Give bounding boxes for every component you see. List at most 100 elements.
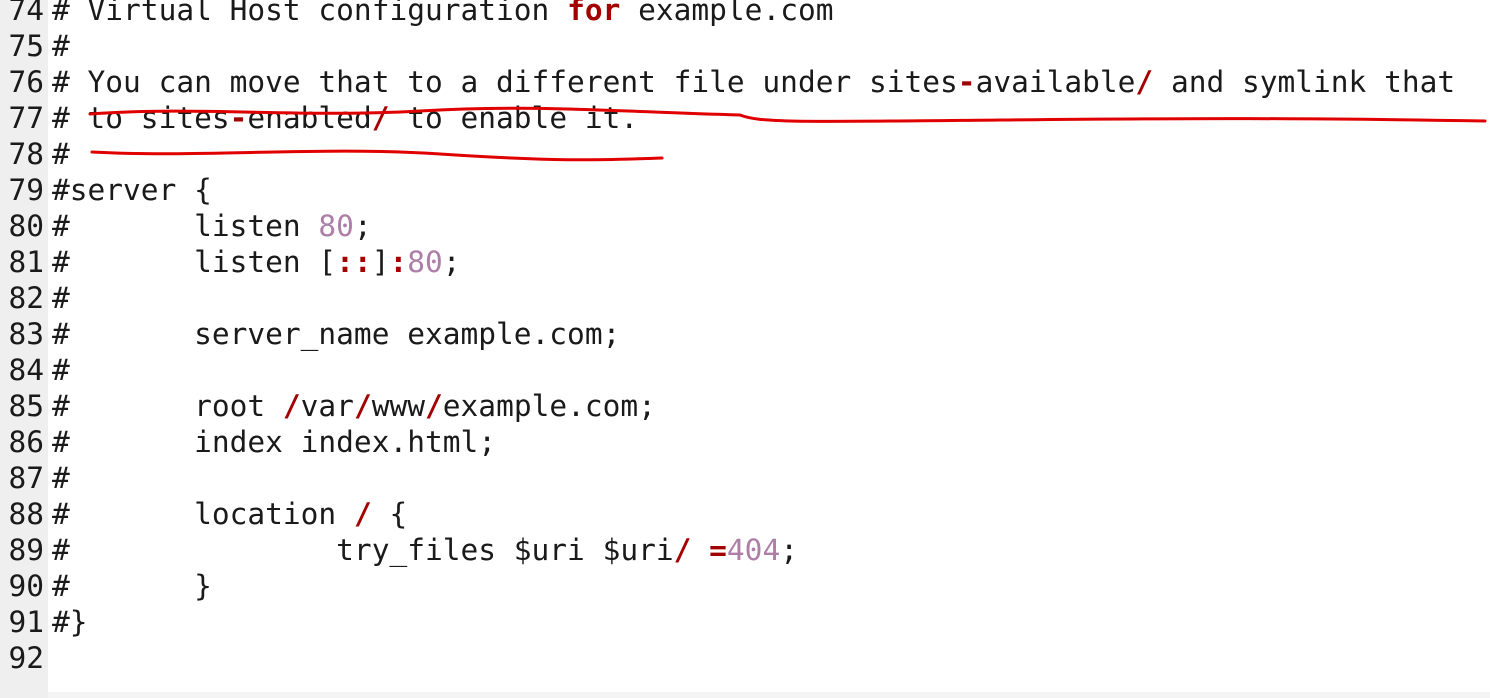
code-line[interactable]: 90 # }	[0, 568, 1455, 604]
code-token: ;	[442, 245, 461, 279]
line-number: 87	[8, 461, 44, 495]
line-text: #	[52, 136, 70, 172]
code-line[interactable]: 91 #}	[0, 604, 1455, 640]
line-number: 81	[8, 245, 44, 279]
code-token: #	[52, 29, 70, 63]
code-token: /	[371, 101, 390, 135]
code-token: #	[52, 137, 70, 171]
code-token: ;	[353, 209, 372, 243]
code-token: www	[371, 389, 426, 423]
code-token: enabled	[247, 101, 372, 135]
code-token: example.com	[620, 0, 834, 27]
line-text: #server {	[52, 172, 212, 208]
line-text: #	[52, 460, 70, 496]
code-token: for	[567, 0, 621, 27]
line-number: 83	[8, 317, 44, 351]
line-text: #	[52, 28, 70, 64]
code-token: #}	[52, 605, 88, 639]
line-number: 90	[8, 569, 44, 603]
line-text: # try_files $uri $uri/ =404;	[52, 532, 798, 568]
line-number: 80	[8, 209, 44, 243]
line-number: 76	[8, 65, 44, 99]
code-line[interactable]: 92	[0, 640, 1455, 676]
line-number: 78	[8, 137, 44, 171]
code-line[interactable]: 88 # location / {	[0, 496, 1455, 532]
code-line[interactable]: 78 #	[0, 136, 1455, 172]
code-token: 80	[318, 209, 354, 243]
line-text: # listen [::]:80;	[52, 244, 461, 280]
code-token: /	[282, 389, 301, 423]
line-number: 92	[8, 641, 44, 675]
code-token: example.com;	[442, 389, 656, 423]
line-text: # listen 80;	[52, 208, 372, 244]
code-line[interactable]: 74 # Virtual Host configuration for examp…	[0, 0, 1455, 28]
line-text: #}	[52, 604, 88, 640]
code-token: ::	[336, 245, 372, 279]
code-line[interactable]: 75 #	[0, 28, 1455, 64]
line-number: 77	[8, 101, 44, 135]
line-number: 86	[8, 425, 44, 459]
code-token: #	[52, 461, 70, 495]
code-line[interactable]: 76 # You can move that to a different fil…	[0, 64, 1455, 100]
code-token: # location	[52, 497, 354, 531]
code-token: {	[371, 497, 408, 531]
code-token: =	[709, 533, 727, 567]
code-token: -	[957, 65, 976, 99]
line-text: #	[52, 280, 70, 316]
line-number: 82	[8, 281, 44, 315]
line-number: 84	[8, 353, 44, 387]
line-number: 85	[8, 389, 44, 423]
line-text: # Virtual Host configuration for example…	[52, 0, 834, 28]
code-token: # to sites	[52, 101, 230, 135]
line-number: 79	[8, 173, 44, 207]
code-token: /	[353, 389, 372, 423]
code-token: -	[229, 101, 248, 135]
line-number: 91	[8, 605, 44, 639]
line-number: 74	[8, 0, 44, 27]
code-token: ]	[371, 245, 390, 279]
code-token: 80	[407, 245, 443, 279]
code-token: # try_files $uri $uri	[52, 533, 674, 567]
code-token: # server_name example.com;	[52, 317, 621, 351]
code-line[interactable]: 84 #	[0, 352, 1455, 388]
code-editor[interactable]: 74 # Virtual Host configuration for examp…	[0, 0, 1490, 698]
code-token: # Virtual Host configuration	[52, 0, 568, 27]
code-token: ;	[780, 533, 798, 567]
horizontal-scrollbar-track[interactable]	[48, 692, 1490, 698]
line-text: # root /var/www/example.com;	[52, 388, 656, 424]
code-token: 404	[726, 533, 781, 567]
line-text: # You can move that to a different file …	[52, 64, 1455, 100]
code-token: /	[673, 533, 692, 567]
code-line[interactable]: 81 # listen [::]:80;	[0, 244, 1455, 280]
code-line[interactable]: 77 # to sites-enabled/ to enable it.	[0, 100, 1455, 136]
line-text: # to sites-enabled/ to enable it.	[52, 100, 638, 136]
line-number: 88	[8, 497, 44, 531]
code-token: /	[1135, 65, 1154, 99]
code-token: #server {	[52, 173, 212, 207]
code-token: # index index.html;	[52, 425, 497, 459]
code-text-area[interactable]: 74 # Virtual Host configuration for examp…	[0, 0, 1455, 676]
code-line[interactable]: 79 #server {	[0, 172, 1455, 208]
code-token: # You can move that to a different file …	[52, 65, 958, 99]
line-text: # server_name example.com;	[52, 316, 620, 352]
line-text: # }	[52, 568, 212, 604]
code-token: #	[52, 353, 70, 387]
code-line[interactable]: 86 # index index.html;	[0, 424, 1455, 460]
code-line[interactable]: 85 # root /var/www/example.com;	[0, 388, 1455, 424]
code-token: #	[52, 281, 70, 315]
code-token: /	[353, 497, 372, 531]
code-token: to enable it.	[389, 101, 639, 135]
code-line[interactable]: 87 #	[0, 460, 1455, 496]
line-text: #	[52, 352, 70, 388]
code-line[interactable]: 80 # listen 80;	[0, 208, 1455, 244]
code-line[interactable]: 83 # server_name example.com;	[0, 316, 1455, 352]
code-token: # listen	[52, 209, 319, 243]
code-token: /	[425, 389, 443, 423]
code-token: # root	[52, 389, 283, 423]
code-line[interactable]: 82 #	[0, 280, 1455, 316]
code-token: var	[300, 389, 354, 423]
code-token: # listen [	[52, 245, 337, 279]
line-text: # location / {	[52, 496, 407, 532]
code-line[interactable]: 89 # try_files $uri $uri/ =404;	[0, 532, 1455, 568]
